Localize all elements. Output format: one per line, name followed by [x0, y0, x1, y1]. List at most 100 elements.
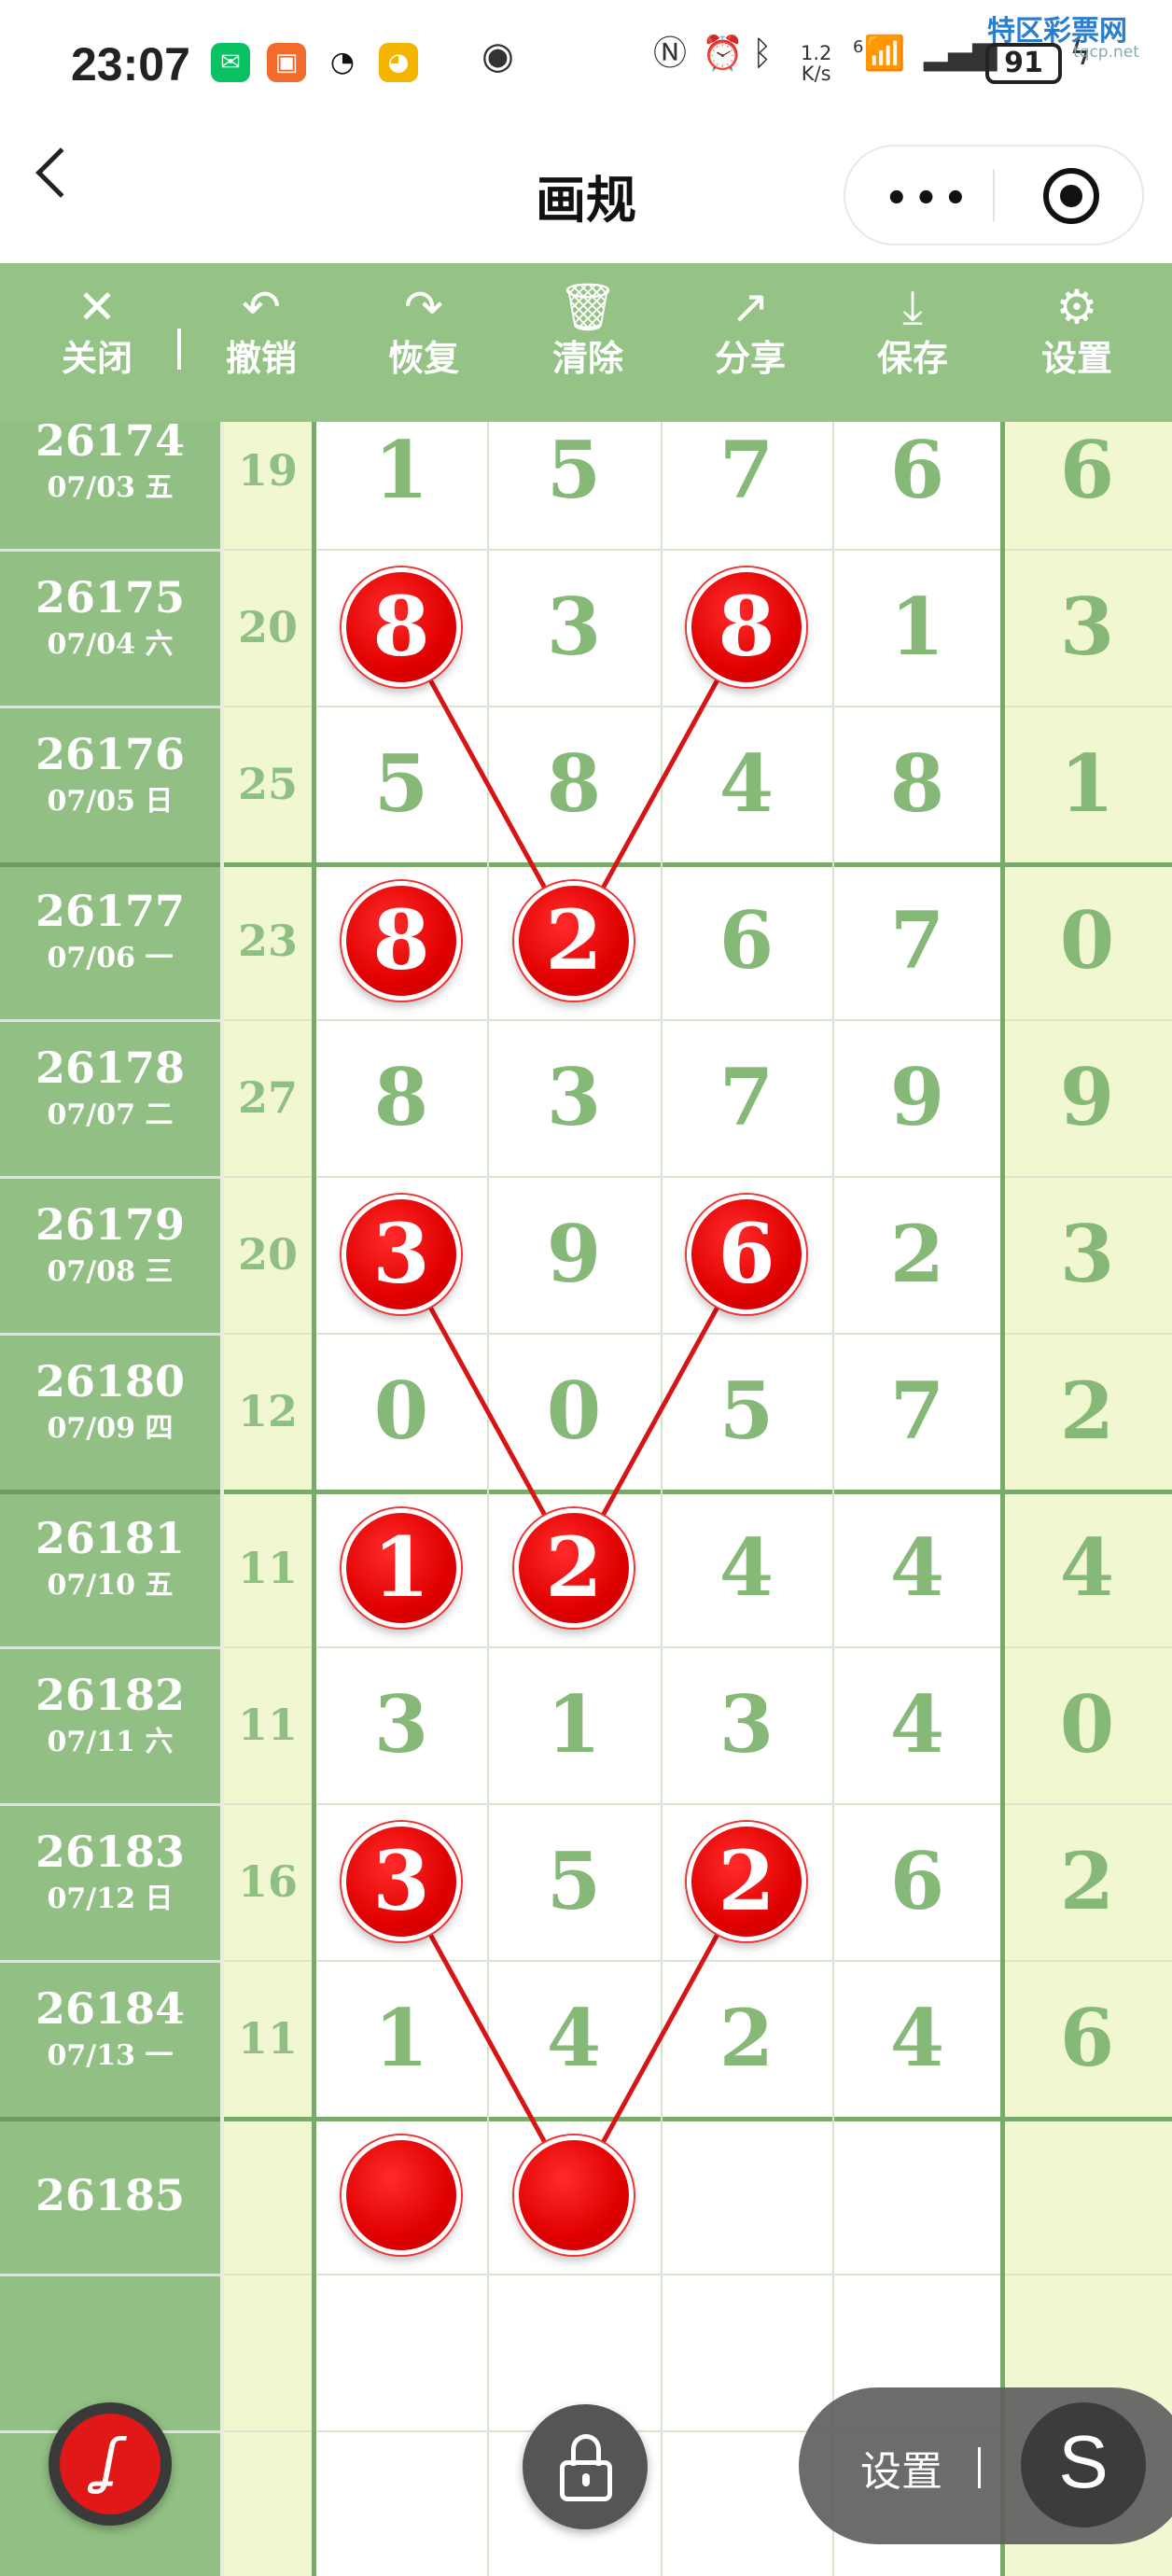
digit-cell[interactable]: 1 [315, 392, 487, 549]
issue-row-divider [0, 1333, 222, 1336]
digit-cell[interactable]: 3 [1002, 1176, 1172, 1333]
issue-row-divider [0, 706, 222, 708]
digit-cell[interactable]: 7 [832, 1333, 1002, 1490]
digit-cell[interactable]: 1 [315, 1960, 487, 2117]
digit-cell[interactable]: 8 [315, 1019, 487, 1176]
digit-cell[interactable]: 2 [1002, 1333, 1172, 1490]
switch-s-button[interactable]: S [1021, 2402, 1146, 2527]
wechat-icon: ✉ [211, 43, 250, 82]
issue-date: 07/03 五 [47, 471, 174, 504]
issue-number: 26181 [35, 1513, 186, 1563]
toolbar-label: 分享 [714, 338, 786, 379]
issue-number: 26180 [35, 1356, 186, 1407]
eye-icon: ◉ [481, 35, 514, 77]
digit-cell[interactable]: 2 [661, 1960, 832, 2117]
issue-row-divider [0, 549, 222, 552]
issue-row-divider [0, 2117, 222, 2121]
marked-ball[interactable]: 8 [342, 567, 461, 687]
digit-cell[interactable]: 4 [832, 1960, 1002, 2117]
redo-icon: ↷ [404, 280, 443, 334]
lock-icon-keyhole [582, 2473, 590, 2486]
marked-ball[interactable]: 2 [687, 1822, 806, 1941]
digit-cell[interactable]: 4 [832, 1646, 1002, 1803]
undo-icon: ↶ [242, 280, 281, 334]
marked-ball[interactable]: 8 [342, 881, 461, 1001]
sum-value: 23 [237, 916, 298, 966]
toolbar-close-button[interactable]: ✕ 关闭 [32, 263, 162, 422]
digit-cell[interactable]: 4 [661, 1490, 832, 1646]
digit-cell[interactable]: 5 [487, 392, 661, 549]
issue-date: 07/07 二 [47, 1099, 174, 1131]
marked-ball[interactable]: 3 [342, 1195, 461, 1314]
digit-cell[interactable]: 3 [1002, 549, 1172, 706]
digit-cell[interactable]: 6 [1002, 392, 1172, 549]
issue-date: 07/13 一 [47, 2039, 174, 2072]
toolbar-label: 恢复 [387, 338, 459, 379]
marked-ball[interactable]: 6 [687, 1195, 806, 1314]
digit-cell[interactable]: 0 [315, 1333, 487, 1490]
digit-cell[interactable]: 6 [1002, 1960, 1172, 2117]
sum-value: 20 [237, 1229, 298, 1280]
issue-date: 07/08 三 [47, 1255, 174, 1288]
sum-value: 19 [237, 445, 298, 496]
digit-cell[interactable]: 1 [1002, 706, 1172, 862]
digit-cell[interactable]: 7 [832, 862, 1002, 1019]
pill-divider [978, 2447, 981, 2488]
marked-ball[interactable]: 2 [514, 881, 634, 1001]
pen-icon[interactable]: ʆ [60, 2414, 160, 2514]
download-icon: ⤓ [901, 280, 924, 334]
marked-ball[interactable] [342, 2135, 461, 2255]
digit-cell[interactable]: 3 [487, 1019, 661, 1176]
digit-cell[interactable]: 7 [661, 392, 832, 549]
digit-cell[interactable]: 1 [832, 549, 1002, 706]
more-dots-icon[interactable]: ••• [885, 177, 973, 220]
sum-value: 16 [237, 1856, 298, 1907]
marked-ball[interactable]: 8 [687, 567, 806, 687]
issue-date: 07/06 一 [47, 942, 174, 974]
digit-cell[interactable]: 8 [832, 706, 1002, 862]
digit-cell[interactable]: 3 [315, 1646, 487, 1803]
issue-row-divider [0, 1019, 222, 1022]
digit-cell[interactable]: 5 [661, 1333, 832, 1490]
watermark-domain: tqcp.net [1073, 43, 1139, 62]
marked-ball[interactable]: 2 [514, 1508, 634, 1628]
marked-ball[interactable] [514, 2135, 634, 2255]
issue-row-divider [0, 1803, 222, 1806]
marked-ball[interactable]: 3 [342, 1822, 461, 1941]
digit-cell[interactable]: 6 [832, 1803, 1002, 1960]
issue-number: 26175 [35, 572, 186, 623]
digit-cell[interactable]: 7 [661, 1019, 832, 1176]
digit-cell[interactable]: 3 [487, 549, 661, 706]
digit-cell[interactable]: 8 [487, 706, 661, 862]
digit-cell[interactable]: 5 [487, 1803, 661, 1960]
sum-value: 11 [237, 2013, 298, 2064]
issue-date: 07/11 六 [47, 1726, 174, 1758]
digit-cell[interactable]: 2 [1002, 1803, 1172, 1960]
digit-cell[interactable]: 1 [487, 1646, 661, 1803]
digit-cell[interactable]: 6 [832, 392, 1002, 549]
toolbar-label: 保存 [876, 338, 948, 379]
digit-cell[interactable]: 4 [832, 1490, 1002, 1646]
digit-cell[interactable]: 3 [661, 1646, 832, 1803]
toolbar-divider [177, 329, 181, 370]
settings-pill-button[interactable]: 设置 [860, 2438, 942, 2498]
digit-cell[interactable]: 4 [487, 1960, 661, 2117]
digit-cell[interactable]: 2 [832, 1176, 1002, 1333]
sum-value: 27 [237, 1072, 298, 1123]
network-speed: 1.2 K/s [801, 42, 832, 85]
digit-cell[interactable]: 9 [1002, 1019, 1172, 1176]
digit-cell[interactable]: 5 [315, 706, 487, 862]
digit-cell[interactable]: 9 [832, 1019, 1002, 1176]
digit-cell[interactable]: 0 [487, 1333, 661, 1490]
close-miniprogram-icon[interactable] [1043, 168, 1099, 224]
digit-cell[interactable]: 4 [1002, 1490, 1172, 1646]
digit-cell[interactable]: 0 [1002, 862, 1172, 1019]
digit-cell[interactable]: 4 [661, 706, 832, 862]
issue-number: 26185 [35, 2170, 186, 2220]
digit-cell[interactable]: 6 [661, 862, 832, 1019]
capsule-divider [993, 169, 995, 221]
marked-ball[interactable]: 1 [342, 1508, 461, 1628]
digit-cell[interactable]: 9 [487, 1176, 661, 1333]
toolbar-label: 关闭 [61, 338, 133, 379]
digit-cell[interactable]: 0 [1002, 1646, 1172, 1803]
